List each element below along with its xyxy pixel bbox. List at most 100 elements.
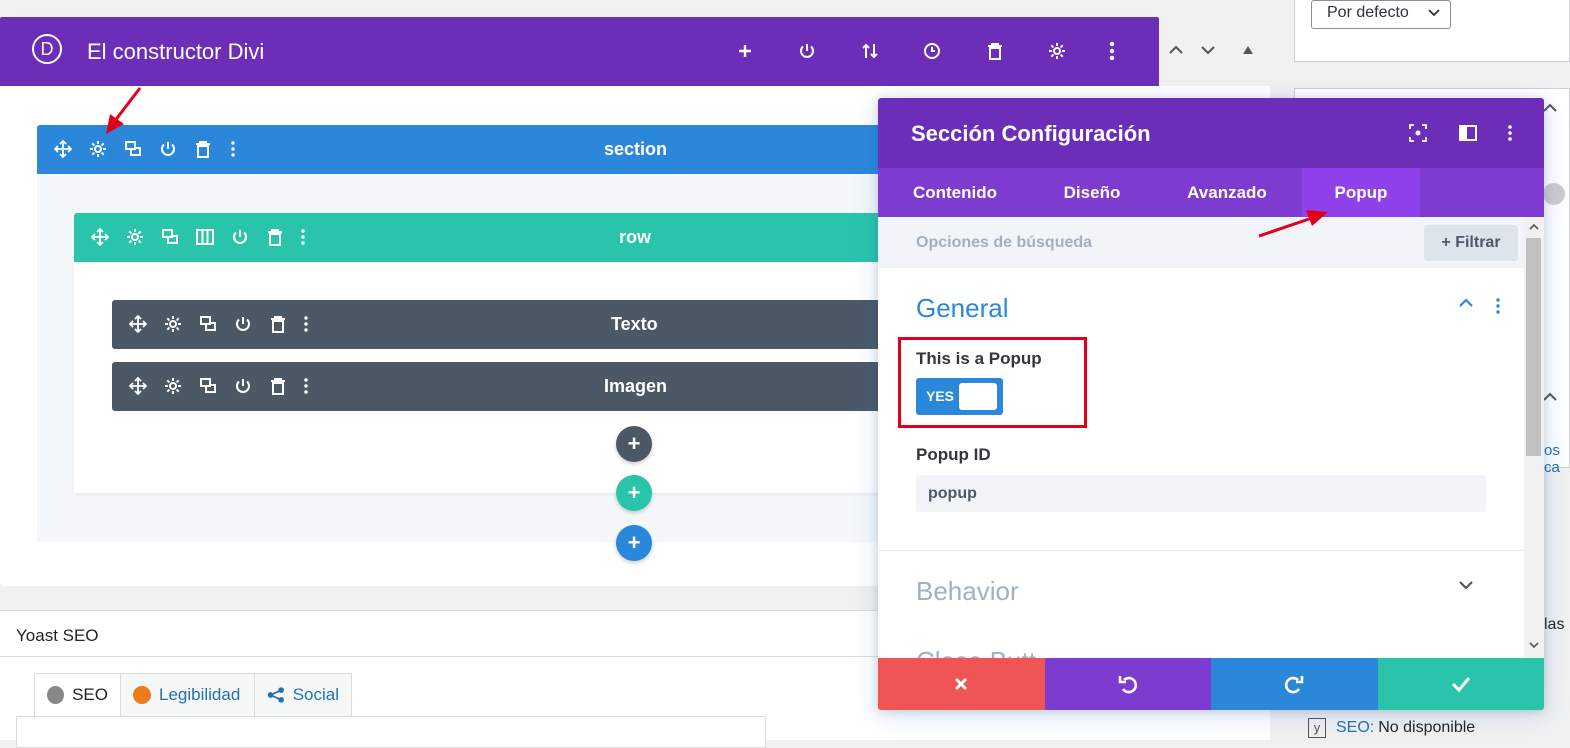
redo-button[interactable] xyxy=(1211,658,1378,710)
module-bar-imagen[interactable]: Imagen xyxy=(112,362,1012,411)
seo-score-icon xyxy=(47,686,65,704)
scroll-up-icon[interactable] xyxy=(1529,223,1539,230)
modal-header: Sección Configuración xyxy=(878,98,1544,168)
chevron-up-icon[interactable] xyxy=(1542,392,1558,402)
snap-sidebar-icon[interactable] xyxy=(1456,121,1480,145)
more-options-icon[interactable] xyxy=(1100,39,1124,63)
row-label: row xyxy=(619,227,652,247)
yoast-tab-label: Social xyxy=(292,685,339,704)
scrollbar-thumb[interactable] xyxy=(1526,238,1541,456)
chevron-down-icon xyxy=(1428,9,1440,17)
power-icon[interactable] xyxy=(232,313,254,335)
trash-icon[interactable] xyxy=(267,313,289,335)
general-section-title[interactable]: General xyxy=(916,293,1009,324)
more-options-icon[interactable] xyxy=(1498,121,1522,145)
gear-icon[interactable] xyxy=(162,313,184,335)
yoast-icon: y xyxy=(1308,718,1326,738)
popup-id-label: Popup ID xyxy=(916,445,991,464)
move-icon[interactable] xyxy=(52,138,74,160)
gear-icon[interactable] xyxy=(124,226,146,248)
trash-icon[interactable] xyxy=(983,39,1007,63)
gear-icon[interactable] xyxy=(87,138,109,160)
tab-diseno[interactable]: Diseño xyxy=(1038,168,1146,217)
close-icon xyxy=(955,677,968,691)
collapse-triangle-icon[interactable] xyxy=(1238,40,1258,60)
tab-popup[interactable]: Popup xyxy=(1302,168,1420,217)
yoast-tab-label: SEO xyxy=(72,685,108,704)
power-icon[interactable] xyxy=(795,39,819,63)
yoast-tab-legibilidad[interactable]: Legibilidad xyxy=(120,673,255,717)
more-options-icon[interactable] xyxy=(295,375,317,397)
gear-icon[interactable] xyxy=(162,375,184,397)
add-module-button[interactable]: + xyxy=(616,426,652,462)
seo-status-value: No disponible xyxy=(1378,719,1476,736)
duplicate-icon[interactable] xyxy=(159,226,181,248)
add-row-button[interactable]: + xyxy=(616,475,652,511)
template-select-value: Por defecto xyxy=(1327,4,1409,21)
history-icon[interactable] xyxy=(920,39,944,63)
fullscreen-icon[interactable] xyxy=(1406,121,1430,145)
behavior-section-title[interactable]: Behavior xyxy=(916,576,1019,607)
undo-button[interactable] xyxy=(1044,658,1211,710)
trash-icon[interactable] xyxy=(264,226,286,248)
redo-icon xyxy=(1285,676,1304,694)
sort-icon[interactable] xyxy=(858,39,882,63)
yoast-tab-label: Legibilidad xyxy=(159,685,241,704)
gear-icon[interactable] xyxy=(1045,39,1069,63)
modal-tabs: Contenido Diseño Avanzado Popup xyxy=(878,168,1544,217)
options-search[interactable]: Opciones de búsqueda + Filtrar xyxy=(878,217,1524,268)
divi-builder-header: D El constructor Divi xyxy=(0,17,1159,86)
tab-avanzado[interactable]: Avanzado xyxy=(1164,168,1290,217)
power-icon[interactable] xyxy=(229,226,251,248)
tab-contenido[interactable]: Contenido xyxy=(892,168,1018,217)
template-select[interactable]: Por defecto xyxy=(1311,0,1451,29)
module-label: Texto xyxy=(611,314,658,334)
add-section-button[interactable]: + xyxy=(616,525,652,561)
columns-icon[interactable] xyxy=(194,226,216,248)
more-options-icon[interactable] xyxy=(295,313,317,335)
yoast-tab-seo[interactable]: SEO xyxy=(34,673,121,717)
power-icon[interactable] xyxy=(232,375,254,397)
yoast-seo-status: y SEO: No disponible xyxy=(1308,718,1475,738)
chevron-down-icon[interactable] xyxy=(1458,580,1474,590)
more-options-icon[interactable] xyxy=(1496,298,1500,314)
search-input[interactable]: Opciones de búsqueda xyxy=(916,234,1092,252)
check-icon xyxy=(1451,677,1470,692)
globe-icon xyxy=(1543,183,1565,205)
modal-title: Sección Configuración xyxy=(911,121,1151,146)
move-icon[interactable] xyxy=(89,226,111,248)
move-icon[interactable] xyxy=(127,375,149,397)
chevron-up-icon[interactable] xyxy=(1542,103,1558,113)
modal-footer xyxy=(878,658,1544,710)
power-icon[interactable] xyxy=(157,138,179,160)
section-label: section xyxy=(604,139,668,159)
scroll-down-icon[interactable] xyxy=(1529,642,1539,649)
filter-button[interactable]: + Filtrar xyxy=(1424,225,1518,261)
chevron-down-icon[interactable] xyxy=(1198,40,1218,60)
builder-title: El constructor Divi xyxy=(87,39,265,64)
popup-id-input[interactable]: popup xyxy=(916,475,1486,512)
chevron-up-icon[interactable] xyxy=(1458,298,1474,308)
save-button[interactable] xyxy=(1377,658,1544,710)
chevron-up-icon[interactable] xyxy=(1166,40,1186,60)
trash-icon[interactable] xyxy=(192,138,214,160)
trash-icon[interactable] xyxy=(267,375,289,397)
divi-logo: D xyxy=(32,34,62,64)
yoast-tab-panel xyxy=(16,716,766,748)
duplicate-icon[interactable] xyxy=(197,375,219,397)
yoast-tab-social[interactable]: Social xyxy=(254,673,352,717)
move-icon[interactable] xyxy=(127,313,149,335)
share-icon xyxy=(267,687,284,703)
more-options-icon[interactable] xyxy=(292,226,314,248)
discard-button[interactable] xyxy=(878,658,1045,710)
module-label: Imagen xyxy=(604,376,668,396)
add-icon[interactable] xyxy=(733,39,757,63)
more-options-icon[interactable] xyxy=(222,138,244,160)
readability-score-icon xyxy=(133,686,151,704)
module-bar-texto[interactable]: Texto xyxy=(112,300,1012,349)
cut-link-text[interactable]: os ca xyxy=(1544,442,1570,476)
duplicate-icon[interactable] xyxy=(122,138,144,160)
undo-icon xyxy=(1118,676,1137,694)
duplicate-icon[interactable] xyxy=(197,313,219,335)
seo-status-label: SEO: xyxy=(1336,719,1375,736)
